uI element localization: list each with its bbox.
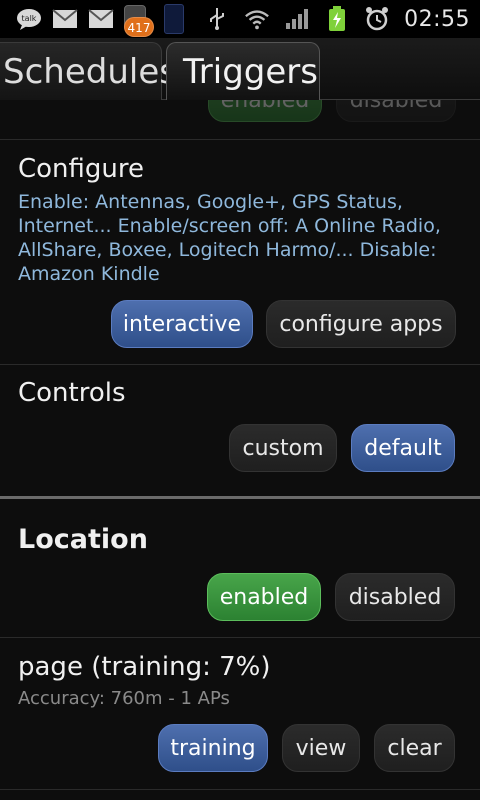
tab-bar: Schedules Triggers (0, 38, 480, 100)
interactive-button[interactable]: interactive (111, 300, 253, 348)
location-enabled-button[interactable]: enabled (207, 573, 321, 621)
status-bar: talk 417 02:55 (0, 0, 480, 38)
app-screen: talk 417 02:55 Schedules Triggers enable… (0, 0, 480, 800)
gmail-icon-2 (88, 8, 114, 30)
device-icon (164, 4, 184, 34)
clear-button[interactable]: clear (374, 724, 455, 772)
configure-title: Configure (18, 154, 145, 184)
custom-button[interactable]: custom (229, 424, 337, 472)
location-disabled-button[interactable]: disabled (335, 573, 455, 621)
controls-title: Controls (18, 378, 126, 408)
gmail-icon (52, 8, 78, 30)
training-button[interactable]: training (158, 724, 268, 772)
location-title: Location (18, 524, 148, 555)
configure-apps-button[interactable]: configure apps (266, 300, 456, 348)
divider (0, 139, 480, 140)
notification-badge: 417 (124, 5, 154, 37)
clock-time: 02:55 (404, 6, 470, 32)
section-divider (0, 496, 480, 499)
divider (0, 364, 480, 365)
view-button[interactable]: view (282, 724, 360, 772)
accuracy-text: Accuracy: 760m - 1 APs (18, 688, 230, 709)
talk-text: talk (22, 14, 37, 23)
signal-icon (284, 8, 310, 30)
page-title: page (training: 7%) (18, 652, 271, 682)
divider (0, 637, 480, 638)
alarm-icon (364, 7, 390, 31)
usb-icon (204, 8, 230, 30)
badge-count: 417 (124, 17, 154, 37)
default-button[interactable]: default (351, 424, 455, 472)
tab-triggers[interactable]: Triggers (166, 42, 320, 100)
battery-icon (324, 6, 350, 31)
tab-schedules[interactable]: Schedules (0, 42, 177, 100)
talk-icon: talk (16, 8, 42, 30)
divider (0, 789, 480, 790)
triggers-content[interactable]: enabled disabled Configure Enable: Anten… (0, 100, 480, 800)
wifi-icon (244, 8, 270, 30)
configure-description: Enable: Antennas, Google+, GPS Status, I… (18, 191, 441, 285)
disabled-button-partial[interactable]: disabled (336, 100, 456, 122)
enabled-button-partial[interactable]: enabled (208, 100, 322, 122)
